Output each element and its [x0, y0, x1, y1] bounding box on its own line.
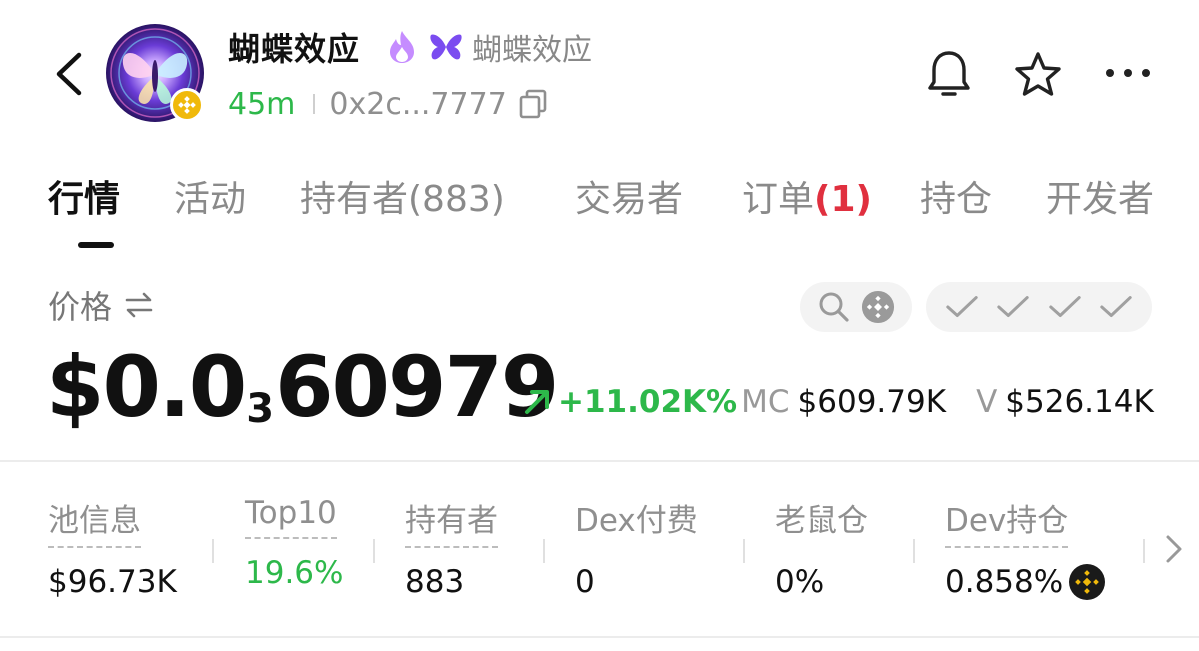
- bell-icon: [928, 51, 970, 96]
- tab-traders[interactable]: 交易者: [575, 170, 683, 222]
- info-label: 池信息: [48, 495, 141, 548]
- price-label: 价格: [48, 288, 113, 326]
- info-label: Dev持仓: [945, 495, 1069, 548]
- market-cap-label: MC: [741, 384, 790, 420]
- star-icon: [1015, 52, 1061, 96]
- security-check-pill[interactable]: [800, 282, 912, 332]
- info-insider: 老鼠仓 0%: [775, 495, 868, 600]
- column-divider: [913, 539, 915, 563]
- info-label: 持有者: [405, 495, 498, 548]
- token-header: 蝴蝶效应 蝴蝶效应 45m 0x2c...7777: [0, 0, 1199, 140]
- price-change: +11.02K%: [558, 384, 738, 420]
- price-label-row: 价格: [48, 282, 154, 328]
- column-divider: [543, 539, 545, 563]
- column-divider: [743, 539, 745, 563]
- token-tag[interactable]: 蝴蝶效应: [472, 25, 592, 69]
- tab-orders[interactable]: 订单(1): [742, 170, 872, 222]
- contract-address[interactable]: 0x2c...7777: [329, 87, 506, 122]
- info-value: 0.858%: [945, 564, 1106, 600]
- back-button[interactable]: [44, 42, 92, 106]
- arrow-up-right-icon: [522, 387, 552, 417]
- sub-row: 45m 0x2c...7777: [228, 82, 549, 126]
- column-divider: [1143, 539, 1145, 563]
- price-main: $0.0: [46, 338, 247, 436]
- audit-checks-pill[interactable]: [926, 282, 1152, 332]
- token-avatar[interactable]: [106, 24, 204, 122]
- chevron-right-icon: [1166, 535, 1182, 563]
- tab-activity[interactable]: 活动: [174, 170, 246, 222]
- tab-orders-label: 订单: [742, 179, 815, 220]
- alert-button[interactable]: [924, 46, 974, 102]
- tab-holders[interactable]: 持有者(883): [300, 170, 505, 222]
- swap-icon[interactable]: [124, 290, 154, 320]
- info-value: 19.6%: [245, 555, 344, 591]
- volume-label: V: [976, 384, 998, 420]
- price-tail: 60979: [275, 338, 559, 436]
- price-value: $0.0 3 60979: [46, 338, 559, 438]
- info-value: $96.73K: [48, 564, 177, 600]
- more-button[interactable]: [1102, 56, 1154, 90]
- section-divider: [0, 636, 1199, 638]
- info-pool[interactable]: 池信息 $96.73K: [48, 495, 177, 600]
- more-icon: [1106, 69, 1150, 77]
- tab-market[interactable]: 行情: [48, 170, 120, 222]
- search-icon: [817, 290, 851, 324]
- info-dev-holding[interactable]: Dev持仓 0.858%: [945, 495, 1106, 600]
- tab-developer[interactable]: 开发者: [1046, 170, 1154, 222]
- tab-orders-badge: (1): [814, 179, 872, 220]
- butterfly-icon: [428, 31, 464, 63]
- info-dex-paid: Dex付费 0: [575, 495, 698, 600]
- scroll-right-button[interactable]: [1160, 529, 1188, 569]
- info-label: Dex付费: [575, 503, 698, 539]
- bnb-icon: [1069, 564, 1106, 600]
- market-stats: +11.02K% MC $609.79K V $526.14K: [522, 380, 1154, 424]
- column-divider: [212, 539, 214, 563]
- copy-icon[interactable]: [517, 88, 549, 120]
- dev-holding-value: 0.858%: [945, 564, 1064, 600]
- info-value: 0%: [775, 564, 825, 600]
- favorite-button[interactable]: [1012, 48, 1064, 100]
- info-holders[interactable]: 持有者 883: [405, 495, 498, 600]
- info-top10[interactable]: Top10 19.6%: [245, 495, 343, 591]
- info-value: 883: [405, 564, 465, 600]
- token-age: 45m: [228, 86, 296, 122]
- divider: [313, 94, 316, 114]
- price-zero-count: 3: [246, 386, 275, 432]
- check-icon: [1099, 290, 1133, 324]
- token-info-row: 池信息 $96.73K Top10 19.6% 持有者 883 Dex付费 0 …: [0, 495, 1199, 605]
- volume-value: $526.14K: [1005, 384, 1154, 420]
- title-row: 蝴蝶效应 蝴蝶效应: [228, 24, 592, 70]
- check-icon: [996, 290, 1030, 324]
- section-divider: [0, 460, 1199, 462]
- check-icon: [945, 290, 979, 324]
- info-label: 老鼠仓: [775, 503, 868, 539]
- active-tab-indicator: [78, 242, 114, 248]
- tab-bar: 行情 活动 持有者(883) 交易者 订单(1) 持仓 开发者: [0, 160, 1199, 256]
- column-divider: [373, 539, 375, 563]
- market-cap-value: $609.79K: [797, 384, 947, 420]
- tab-positions[interactable]: 持仓: [920, 170, 992, 222]
- info-label: Top10: [245, 495, 337, 539]
- flame-icon: [386, 29, 418, 65]
- chevron-left-icon: [56, 52, 82, 96]
- bnb-scan-icon: [861, 290, 895, 324]
- bnb-chain-icon: [170, 88, 204, 122]
- info-value: 0: [575, 564, 595, 600]
- token-name: 蝴蝶效应: [228, 30, 361, 68]
- check-icon: [1048, 290, 1082, 324]
